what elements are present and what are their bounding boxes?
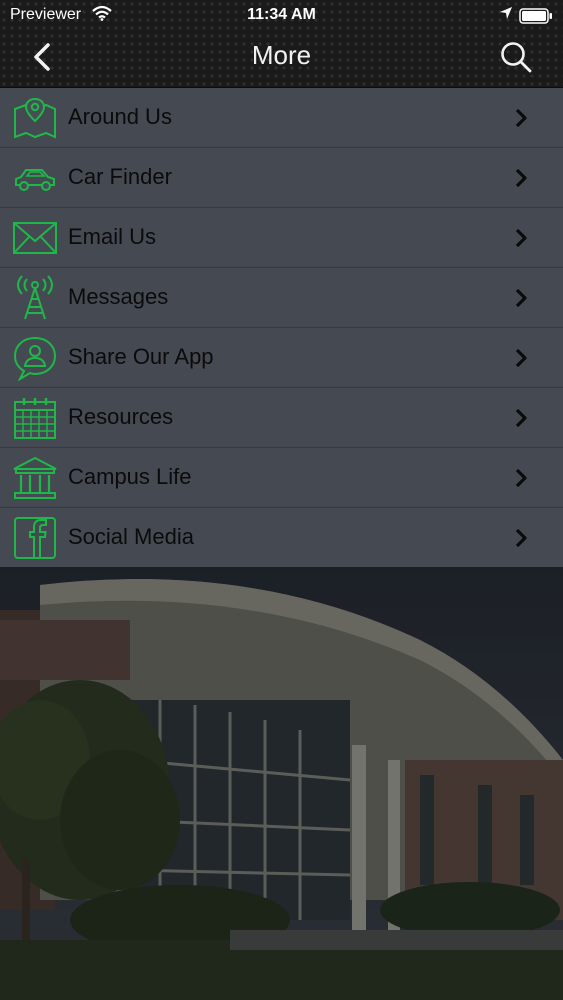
status-bar: Previewer 11:34 AM xyxy=(0,0,563,30)
menu-item-share-our-app[interactable]: Share Our App xyxy=(0,328,563,388)
menu-item-label: Resources xyxy=(68,404,174,429)
menu-item-label: Car Finder xyxy=(68,164,172,189)
envelope-icon xyxy=(12,215,58,261)
menu-item-resources[interactable]: Resources xyxy=(0,388,563,448)
menu-item-campus-life[interactable]: Campus Life xyxy=(0,448,563,508)
calendar-icon xyxy=(12,395,58,441)
car-icon xyxy=(12,155,58,201)
chevron-right-icon xyxy=(514,288,528,308)
navigation-bar: Previewer 11:34 AM More xyxy=(0,0,563,88)
menu-item-label: Social Media xyxy=(68,524,194,549)
menu-item-car-finder[interactable]: Car Finder xyxy=(0,148,563,208)
building-columns-icon xyxy=(12,455,58,501)
chevron-right-icon xyxy=(514,348,528,368)
menu-item-messages[interactable]: Messages xyxy=(0,268,563,328)
share-chat-icon xyxy=(12,335,58,381)
menu-item-label: Around Us xyxy=(68,104,172,129)
menu-item-email-us[interactable]: Email Us xyxy=(0,208,563,268)
more-menu-list: Around Us Car Finder Email Us Messages S… xyxy=(0,88,563,567)
menu-item-label: Campus Life xyxy=(68,464,192,489)
chevron-right-icon xyxy=(514,468,528,488)
menu-item-label: Email Us xyxy=(68,224,157,249)
page-title: More xyxy=(251,40,312,70)
menu-item-label: Messages xyxy=(68,284,169,309)
menu-item-label: Share Our App xyxy=(68,344,214,369)
chevron-right-icon xyxy=(514,408,528,428)
search-button[interactable] xyxy=(499,40,533,74)
battery-icon xyxy=(519,8,553,24)
antenna-icon xyxy=(12,275,58,321)
menu-item-around-us[interactable]: Around Us xyxy=(0,88,563,148)
chevron-right-icon xyxy=(514,168,528,188)
search-icon xyxy=(501,42,532,73)
facebook-icon xyxy=(12,515,58,561)
chevron-right-icon xyxy=(514,108,528,128)
status-time: 11:34 AM xyxy=(247,6,316,23)
chevron-right-icon xyxy=(514,228,528,248)
map-pin-icon xyxy=(12,95,58,141)
location-arrow-icon xyxy=(499,6,513,20)
menu-item-social-media[interactable]: Social Media xyxy=(0,508,563,567)
chevron-right-icon xyxy=(514,528,528,548)
